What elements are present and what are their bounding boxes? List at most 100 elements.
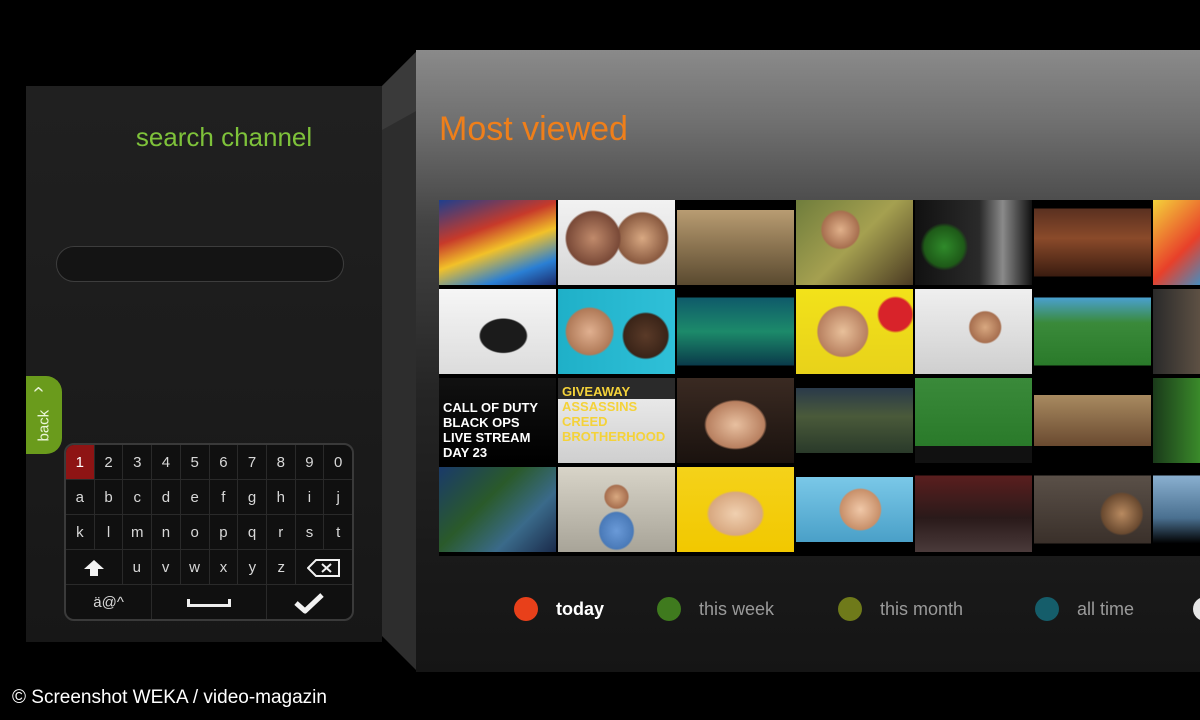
video-thumbnail[interactable]	[1034, 289, 1151, 374]
backspace-icon	[306, 559, 341, 578]
video-thumbnail[interactable]	[796, 200, 913, 285]
video-thumbnail[interactable]	[796, 378, 913, 463]
video-thumbnail[interactable]	[1153, 289, 1200, 374]
key-3[interactable]: 3	[123, 445, 153, 480]
video-thumbnail[interactable]	[677, 467, 794, 552]
most-viewed-panel: Most viewed CALL OF DUTY BLACK OPS LIVE …	[416, 50, 1200, 672]
key-x[interactable]: x	[209, 550, 239, 585]
key-s[interactable]: s	[295, 515, 325, 550]
video-thumbnail[interactable]	[796, 467, 913, 552]
keyboard-row-k-t: k l m n o p q r s t	[66, 515, 352, 550]
key-t[interactable]: t	[324, 515, 352, 550]
key-v[interactable]: v	[151, 550, 181, 585]
video-thumbnail[interactable]	[558, 200, 675, 285]
filter-all-time[interactable]: all time	[1035, 596, 1134, 622]
key-9[interactable]: 9	[295, 445, 325, 480]
key-b[interactable]: b	[94, 480, 124, 515]
key-q[interactable]: q	[238, 515, 267, 550]
video-thumbnail[interactable]	[677, 289, 794, 374]
search-panel: search channel ‹ back 1 2 3 4 5 6 7 8 9 …	[26, 86, 382, 642]
key-2[interactable]: 2	[94, 445, 124, 480]
search-input[interactable]	[56, 246, 344, 282]
space-bar-icon	[187, 599, 231, 608]
chevron-up-icon: ‹	[27, 386, 50, 393]
key-7[interactable]: 7	[238, 445, 267, 480]
key-z[interactable]: z	[267, 550, 297, 585]
video-thumbnail[interactable]	[677, 200, 794, 285]
key-d[interactable]: d	[152, 480, 181, 515]
video-thumbnail[interactable]	[1153, 467, 1200, 552]
key-k[interactable]: k	[66, 515, 95, 550]
filter-dot-icon	[838, 597, 862, 621]
key-6[interactable]: 6	[209, 445, 239, 480]
key-m[interactable]: m	[123, 515, 153, 550]
space-key[interactable]	[152, 585, 267, 619]
back-button[interactable]: ‹ back	[26, 376, 62, 454]
key-i[interactable]: i	[295, 480, 325, 515]
keyboard-row-u-z: u v w x y z	[66, 550, 352, 585]
video-thumbnail[interactable]	[439, 200, 556, 285]
key-w[interactable]: w	[180, 550, 210, 585]
filter-label: this week	[699, 598, 775, 619]
key-y[interactable]: y	[238, 550, 268, 585]
image-credit: © Screenshot WEKA / video-magazin	[12, 687, 327, 708]
filter-dot-icon	[1035, 597, 1059, 621]
video-thumbnail[interactable]	[677, 378, 794, 463]
filter-more-dot-icon[interactable]	[1193, 597, 1200, 621]
video-thumbnail[interactable]	[796, 289, 913, 374]
filter-label: today	[556, 598, 605, 619]
key-a[interactable]: a	[66, 480, 95, 515]
confirm-key[interactable]	[267, 585, 352, 619]
key-5[interactable]: 5	[180, 445, 210, 480]
video-thumbnail[interactable]	[915, 467, 1032, 552]
symbols-key[interactable]: ä@^	[66, 585, 153, 619]
video-thumbnail[interactable]	[439, 289, 556, 374]
keyboard-row-numbers: 1 2 3 4 5 6 7 8 9 0	[66, 445, 352, 480]
video-thumbnail[interactable]	[915, 289, 1032, 374]
video-thumbnail-grid: CALL OF DUTY BLACK OPS LIVE STREAM DAY 2…	[439, 200, 1200, 556]
page-title: Most viewed	[439, 110, 628, 148]
key-g[interactable]: g	[238, 480, 267, 515]
key-0[interactable]: 0	[324, 445, 352, 480]
key-o[interactable]: o	[180, 515, 210, 550]
video-thumbnail[interactable]	[1153, 200, 1200, 285]
panel-bevel	[382, 50, 418, 672]
checkmark-icon	[294, 593, 325, 614]
video-thumbnail[interactable]: CALL OF DUTY BLACK OPS LIVE STREAM DAY 2…	[439, 378, 556, 463]
video-thumbnail[interactable]	[558, 289, 675, 374]
key-8[interactable]: 8	[266, 445, 296, 480]
key-j[interactable]: j	[324, 480, 352, 515]
on-screen-keyboard: 1 2 3 4 5 6 7 8 9 0 a b c d e f g h i j …	[64, 443, 354, 621]
key-p[interactable]: p	[209, 515, 239, 550]
key-c[interactable]: c	[123, 480, 153, 515]
video-thumbnail[interactable]	[915, 200, 1032, 285]
filter-today[interactable]: today	[514, 596, 604, 622]
video-thumbnail[interactable]	[915, 378, 1032, 463]
filter-dot-icon	[657, 597, 681, 621]
keyboard-row-bottom: ä@^	[66, 585, 352, 619]
back-label: back	[35, 409, 53, 442]
filter-this-month[interactable]: this month	[838, 596, 963, 622]
key-f[interactable]: f	[209, 480, 239, 515]
video-thumbnail[interactable]: GIVEAWAY ASSASSINS CREED BROTHERHOOD	[558, 378, 675, 463]
filter-label: this month	[880, 598, 964, 619]
video-thumbnail[interactable]	[1034, 200, 1151, 285]
filter-label: all time	[1077, 598, 1135, 619]
key-4[interactable]: 4	[152, 445, 181, 480]
video-thumbnail[interactable]	[1034, 378, 1151, 463]
filter-this-week[interactable]: this week	[657, 596, 774, 622]
key-l[interactable]: l	[94, 515, 124, 550]
key-u[interactable]: u	[122, 550, 152, 585]
key-n[interactable]: n	[152, 515, 181, 550]
shift-key[interactable]	[66, 550, 123, 585]
key-h[interactable]: h	[266, 480, 296, 515]
video-thumbnail[interactable]	[1034, 467, 1151, 552]
key-r[interactable]: r	[266, 515, 296, 550]
key-1[interactable]: 1	[66, 445, 95, 480]
video-thumbnail[interactable]	[439, 467, 556, 552]
keyboard-row-a-j: a b c d e f g h i j	[66, 480, 352, 515]
key-e[interactable]: e	[180, 480, 210, 515]
video-thumbnail[interactable]	[1153, 378, 1200, 463]
video-thumbnail[interactable]	[558, 467, 675, 552]
backspace-key[interactable]	[296, 550, 352, 585]
